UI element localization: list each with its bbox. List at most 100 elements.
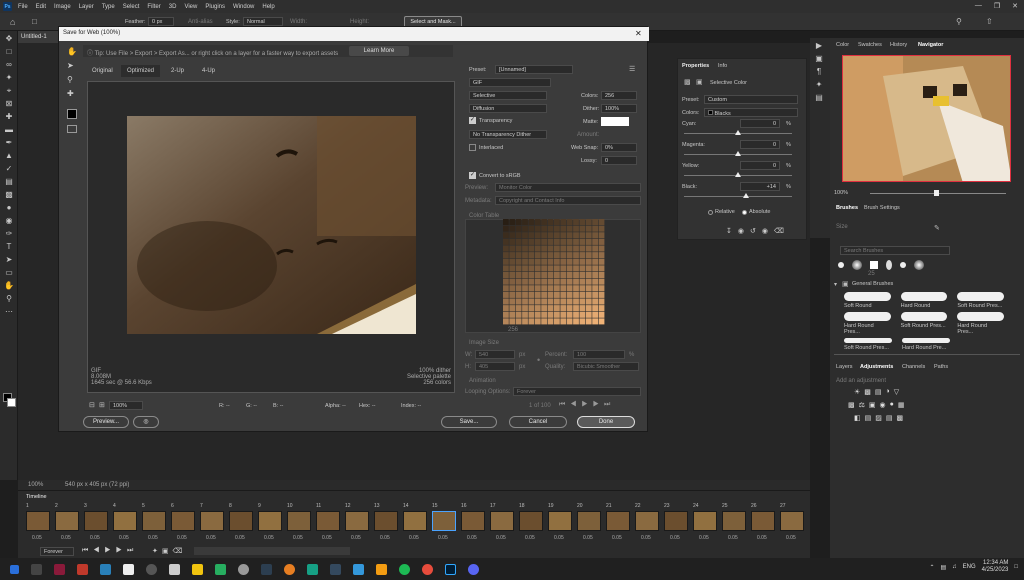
menu-window[interactable]: Window <box>233 4 254 10</box>
color-swatch[interactable] <box>560 291 567 298</box>
frame-tools[interactable]: ✦▣⌫ <box>152 547 186 555</box>
frame-duration[interactable]: 0.05 <box>409 535 419 541</box>
timeline-frame[interactable] <box>780 511 804 531</box>
app-icon[interactable] <box>330 563 341 575</box>
color-swatch[interactable] <box>503 225 509 232</box>
color-swatch[interactable] <box>528 291 535 298</box>
color-swatch[interactable] <box>554 285 560 292</box>
tray-overflow-icon[interactable]: ⌃ <box>929 564 934 571</box>
color-swatch[interactable] <box>585 285 592 292</box>
color-swatch[interactable] <box>592 225 599 232</box>
frame-duration[interactable]: 0.05 <box>119 535 129 541</box>
timeline-frame[interactable] <box>577 511 601 531</box>
color-swatch[interactable] <box>541 285 548 292</box>
app-icon[interactable] <box>261 563 272 575</box>
color-swatch[interactable] <box>515 252 522 259</box>
color-swatch[interactable] <box>534 298 541 305</box>
color-swatch[interactable] <box>579 225 586 232</box>
move-tool-icon[interactable]: ✥ <box>4 34 14 44</box>
zoom-in-icon[interactable]: ⊞ <box>99 401 105 409</box>
timeline-frame[interactable] <box>548 511 572 531</box>
frame-duration[interactable]: 0.05 <box>32 535 42 541</box>
marquee-tool-icon[interactable]: □ <box>32 17 37 26</box>
color-swatch[interactable] <box>573 265 579 272</box>
dodge-icon[interactable]: ◉ <box>4 216 14 226</box>
metadata-select[interactable]: Copyright and Contact Info <box>495 196 641 205</box>
eraser-icon[interactable]: ▤ <box>4 177 14 187</box>
color-swatch[interactable] <box>554 265 560 272</box>
color-swatch[interactable] <box>566 285 573 292</box>
brush-size-slider[interactable] <box>834 354 1020 355</box>
timeline-frame[interactable] <box>490 511 514 531</box>
preview-select[interactable]: Monitor Color <box>495 183 641 192</box>
tab-4-up[interactable]: 4-Up <box>196 65 221 77</box>
color-swatch[interactable] <box>598 219 605 226</box>
view-previous-icon[interactable]: ◉ <box>738 227 744 235</box>
color-swatch[interactable] <box>522 232 528 239</box>
color-swatch[interactable] <box>573 219 579 226</box>
color-swatch[interactable] <box>547 252 554 259</box>
color-swatch[interactable] <box>598 291 605 298</box>
spotify-icon[interactable] <box>399 563 410 575</box>
color-swatch[interactable] <box>579 318 586 325</box>
color-swatch[interactable] <box>560 225 567 232</box>
color-swatch[interactable] <box>573 252 579 259</box>
color-swatch[interactable] <box>560 245 567 252</box>
color-swatch[interactable] <box>515 245 522 252</box>
slider-track[interactable] <box>684 196 792 197</box>
color-swatch[interactable] <box>534 252 541 259</box>
color-swatch[interactable] <box>579 285 586 292</box>
brush-item-name[interactable]: Hard Round <box>901 303 948 309</box>
color-swatch[interactable] <box>579 232 586 239</box>
color-swatch[interactable] <box>515 305 522 312</box>
color-swatch[interactable] <box>598 225 605 232</box>
color-swatch[interactable] <box>541 305 548 312</box>
hand-tool-icon[interactable]: ✋ <box>67 47 77 56</box>
tab-original[interactable]: Original <box>86 65 119 77</box>
color-swatch[interactable] <box>528 225 535 232</box>
color-swatch[interactable] <box>522 245 528 252</box>
color-swatch[interactable] <box>547 305 554 312</box>
color-swatch[interactable] <box>592 245 599 252</box>
frame-duration[interactable]: 0.05 <box>235 535 245 541</box>
marquee-tool-icon[interactable]: □ <box>4 47 14 57</box>
color-swatch[interactable] <box>585 219 592 226</box>
color-swatch[interactable] <box>547 219 554 226</box>
color-swatch[interactable] <box>573 238 579 245</box>
tab-color[interactable]: Color <box>836 42 849 48</box>
color-swatch[interactable] <box>515 232 522 239</box>
zoom-tool-icon[interactable]: ⚲ <box>67 75 73 84</box>
color-swatch[interactable] <box>554 278 560 285</box>
quick-select-icon[interactable]: ✦ <box>4 73 14 83</box>
app-icon[interactable] <box>215 563 226 575</box>
color-swatch[interactable] <box>528 272 535 279</box>
brush-item-name[interactable]: Hard Round Pres... <box>957 323 1004 335</box>
color-swatch[interactable] <box>560 285 567 292</box>
color-swatch[interactable] <box>579 311 586 318</box>
rectangle-tool-icon[interactable]: ▭ <box>4 268 14 278</box>
channel-mixer-icon[interactable]: ● <box>890 401 894 409</box>
firefox-icon[interactable] <box>284 563 295 575</box>
restore-icon[interactable]: ❐ <box>994 2 1000 10</box>
color-swatch[interactable] <box>509 238 516 245</box>
menu-layer[interactable]: Layer <box>79 4 94 10</box>
blur-icon[interactable]: ● <box>4 203 14 213</box>
color-swatch[interactable] <box>566 318 573 325</box>
eyedropper-color-swatch[interactable] <box>67 109 77 119</box>
color-swatch[interactable] <box>509 265 516 272</box>
frame-duration[interactable]: 0.05 <box>467 535 477 541</box>
color-swatch[interactable] <box>522 291 528 298</box>
color-swatch[interactable] <box>579 305 586 312</box>
color-swatch[interactable] <box>560 265 567 272</box>
brush-preset[interactable] <box>838 262 844 268</box>
tab-optimized[interactable]: Optimized <box>121 65 161 77</box>
color-swatch[interactable] <box>554 318 560 325</box>
color-swatch[interactable] <box>592 278 599 285</box>
color-swatch[interactable] <box>534 272 541 279</box>
frame-duration[interactable]: 0.05 <box>177 535 187 541</box>
color-swatch[interactable] <box>503 305 509 312</box>
color-swatch[interactable] <box>528 245 535 252</box>
color-swatch[interactable] <box>560 305 567 312</box>
colors-select[interactable]: 256 <box>601 91 637 100</box>
close-icon[interactable]: ✕ <box>1012 2 1018 10</box>
